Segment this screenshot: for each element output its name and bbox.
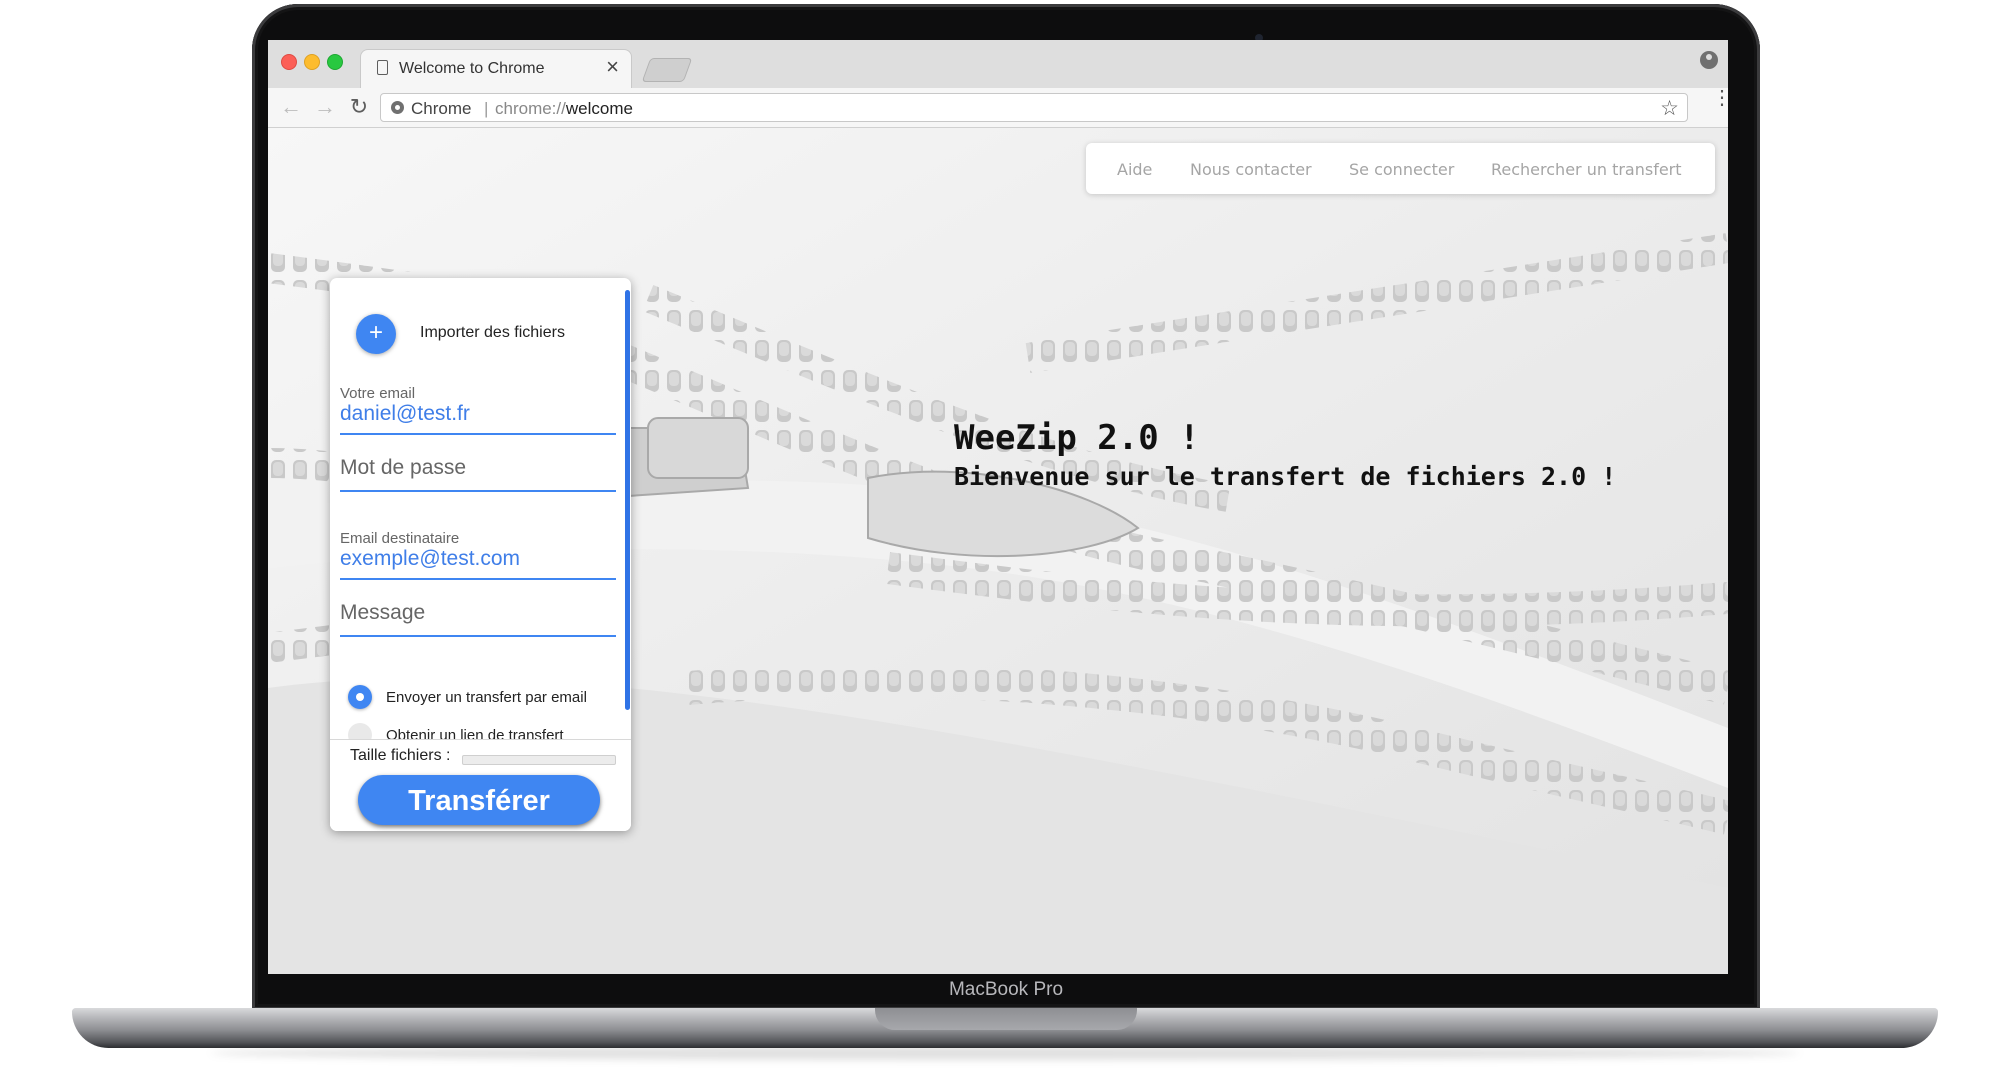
recipient-email-label: Email destinataire — [340, 530, 460, 547]
minimize-window-button[interactable] — [304, 54, 320, 70]
page-icon — [377, 60, 388, 75]
hero-title: WeeZip 2.0 ! — [954, 418, 1200, 458]
add-files-button[interactable]: + — [356, 314, 396, 354]
get-link-label[interactable]: Obtenir un lien de transfert — [386, 727, 564, 739]
message-field[interactable]: Message — [340, 593, 616, 637]
nav-link-rechercher-transfert[interactable]: Rechercher un transfert — [1491, 160, 1682, 179]
browser-toolbar: ← → ↻ Chrome | chrome://welcome ☆ ⋮ — [268, 88, 1728, 128]
maximize-window-button[interactable] — [327, 54, 343, 70]
get-link-radio[interactable] — [348, 723, 372, 739]
laptop-notch — [875, 1008, 1137, 1030]
nav-link-nous-contacter[interactable]: Nous contacter — [1190, 160, 1312, 179]
transfer-button[interactable]: Transférer — [358, 775, 600, 825]
file-size-bar — [462, 755, 616, 765]
recipient-email-field[interactable]: Email destinataire exemple@test.com — [340, 530, 616, 580]
profile-icon[interactable] — [1700, 51, 1718, 69]
reload-icon[interactable]: ↻ — [346, 93, 372, 121]
address-bar[interactable]: Chrome | chrome://welcome ☆ — [380, 93, 1688, 122]
tab-close-icon[interactable]: × — [606, 55, 619, 79]
password-field[interactable]: Mot de passe — [340, 448, 616, 492]
laptop-shadow — [210, 1046, 1800, 1060]
import-files-label[interactable]: Importer des fichiers — [420, 324, 565, 342]
bookmark-star-icon[interactable]: ☆ — [1660, 96, 1679, 121]
upload-form-scroll-area[interactable]: + Importer des fichiers Votre email dani… — [330, 278, 631, 739]
send-by-email-radio[interactable] — [348, 685, 372, 709]
email-label: Votre email — [340, 385, 416, 402]
send-by-email-label[interactable]: Envoyer un transfert par email — [386, 689, 587, 706]
file-size-label: Taille fichiers : — [350, 747, 451, 764]
screen: Welcome to Chrome × ← → ↻ Chrome | chrom… — [268, 40, 1728, 974]
device-label: MacBook Pro — [948, 979, 1064, 1000]
form-scrollbar[interactable] — [625, 290, 630, 710]
back-arrow-icon[interactable]: ← — [278, 93, 304, 121]
tab-title: Welcome to Chrome — [399, 60, 545, 77]
message-placeholder: Message — [340, 601, 426, 624]
top-navigation: Aide Nous contacter Se connecter Recherc… — [1086, 143, 1715, 194]
nav-link-aide[interactable]: Aide — [1117, 160, 1152, 179]
upload-card: + Importer des fichiers Votre email dani… — [330, 278, 631, 831]
hero-subtitle: Bienvenue sur le transfert de fichiers 2… — [954, 462, 1617, 491]
browser-menu-icon[interactable]: ⋮ — [1712, 88, 1728, 108]
forward-arrow-icon[interactable]: → — [312, 93, 338, 121]
password-placeholder: Mot de passe — [340, 456, 467, 479]
address-separator: | — [484, 99, 489, 118]
upload-card-footer: Taille fichiers : Transférer — [330, 739, 631, 831]
close-window-button[interactable] — [281, 54, 297, 70]
browser-tab[interactable]: Welcome to Chrome × — [360, 49, 632, 88]
chrome-page-icon — [391, 101, 404, 114]
nav-link-se-connecter[interactable]: Se connecter — [1349, 160, 1454, 179]
browser-tab-bar: Welcome to Chrome × — [268, 40, 1728, 88]
address-url: chrome://welcome — [495, 99, 633, 118]
email-value: daniel@test.fr — [340, 402, 470, 425]
new-tab-button[interactable] — [641, 58, 693, 82]
page-content: Aide Nous contacter Se connecter Recherc… — [268, 128, 1728, 974]
address-chip: Chrome — [411, 99, 472, 118]
recipient-email-value: exemple@test.com — [340, 547, 521, 570]
email-field[interactable]: Votre email daniel@test.fr — [340, 385, 616, 435]
